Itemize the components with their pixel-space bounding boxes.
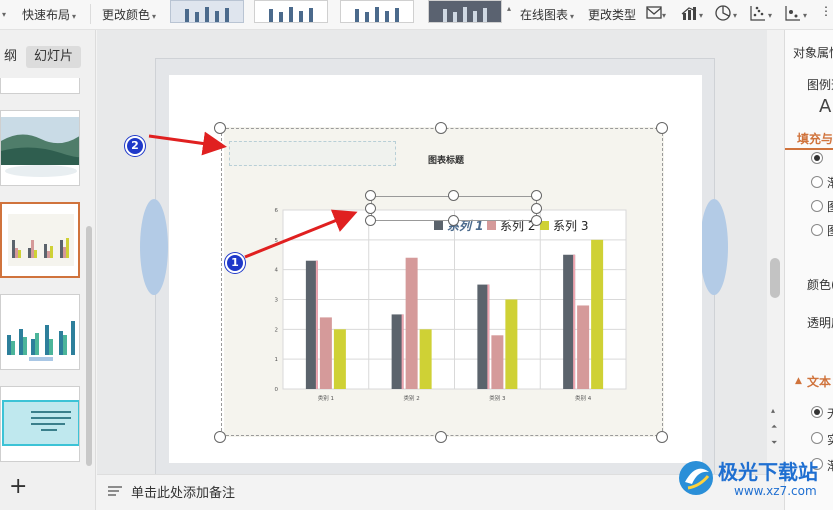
slide-thumbnail-5[interactable]: [0, 386, 80, 462]
mail-chart-icon[interactable]: ▾: [645, 4, 667, 26]
svg-text:▾: ▾: [768, 11, 772, 20]
next-page-icon[interactable]: ⏷: [771, 438, 777, 448]
text-option-none[interactable]: [811, 406, 823, 418]
annotation-arrow-1: [244, 209, 358, 259]
notes-bar[interactable]: 单击此处添加备注: [97, 474, 767, 510]
color-label: 颜色(: [807, 278, 833, 292]
other-chart-icon[interactable]: ▾: [784, 4, 814, 26]
svg-text:▾: ▾: [699, 11, 703, 20]
watermark-logo-icon: [679, 461, 713, 495]
fill-tab-underline: [785, 148, 833, 150]
watermark-title: 极光下载站: [718, 460, 818, 484]
annotation-marker-1: 1: [225, 253, 245, 273]
scroll-up-icon[interactable]: ▴: [771, 406, 775, 415]
text-option-solid-label: 实: [827, 431, 833, 448]
workspace-scroll-thumb[interactable]: [770, 258, 780, 298]
fill-option-pattern[interactable]: [811, 224, 823, 236]
svg-text:▾: ▾: [803, 11, 807, 20]
slide-workspace: 图表标题 0 1 2 3 4 5 6 类别 1 类别 2 类别 3 类别 4 系列 1 系列 2 系列 3 …: [97, 30, 767, 483]
fill-option-gradient-label: 渐: [827, 174, 833, 191]
tab-slides[interactable]: 幻灯片: [26, 46, 82, 68]
notes-placeholder[interactable]: 单击此处添加备注: [131, 482, 235, 501]
fill-option-pattern-label: 图: [827, 222, 833, 239]
tab-outline[interactable]: 纲: [0, 46, 25, 68]
fill-line-tab[interactable]: 填充与: [797, 130, 833, 147]
online-chart-button[interactable]: 在线图表 ▾: [520, 6, 574, 23]
fill-option-picture-label: 图: [827, 198, 833, 215]
svg-text:▾: ▾: [662, 11, 666, 20]
watermark-url: www.xz7.com: [734, 484, 817, 498]
property-panel: 对象属性 图例选 A 填充与 渐 图 图 颜色( 透明度 ▲ 文本 无 实 渐: [784, 30, 833, 510]
slide-panel-scrollbar[interactable]: [86, 226, 92, 466]
chart-style-3[interactable]: [340, 0, 414, 23]
annotation-arrow-2: [148, 131, 227, 156]
chart-style-2[interactable]: [254, 0, 328, 23]
notes-icon: [107, 483, 123, 502]
change-type-button[interactable]: 更改类型: [588, 6, 636, 23]
slide-thumbnail-3[interactable]: [0, 202, 80, 278]
text-option-solid[interactable]: [811, 432, 823, 444]
scatter-chart-icon[interactable]: ▾: [749, 4, 777, 26]
legend-options-tab[interactable]: 图例选: [807, 76, 833, 93]
text-options-icon[interactable]: A: [819, 96, 831, 117]
property-panel-title: 对象属性: [793, 46, 833, 60]
toolbar-more-icon[interactable]: ⋮: [820, 4, 832, 18]
svg-text:▾: ▾: [733, 11, 737, 20]
fill-option-picture[interactable]: [811, 200, 823, 212]
collapse-triangle-icon[interactable]: ▲: [795, 376, 802, 386]
toolbar-caret-left[interactable]: ▾: [0, 6, 6, 20]
add-slide-button[interactable]: +: [9, 474, 27, 499]
text-option-none-label: 无: [827, 405, 833, 422]
slide-thumbnail-1[interactable]: [0, 78, 80, 94]
slide-thumbnail-4[interactable]: [0, 294, 80, 370]
change-color-button[interactable]: 更改颜色 ▾: [102, 6, 156, 23]
ribbon-toolbar: ▾ 快速布局 ▾ 更改颜色 ▾ ▴ 在线图表 ▾ 更改类型 ▾ ▾ ▾ ▾ ▾ ⋮: [0, 0, 833, 30]
slide-panel: 纲 幻灯片 +: [0, 30, 96, 510]
annotation-arrows: [148, 131, 358, 259]
pie-chart-icon[interactable]: ▾: [714, 4, 742, 26]
prev-page-icon[interactable]: ⏶: [771, 422, 777, 432]
style-gallery-scroll[interactable]: ▴: [505, 0, 511, 14]
chart-style-1[interactable]: [170, 0, 244, 23]
workspace-scrollbar[interactable]: ▴ ⏶ ⏷: [767, 30, 784, 474]
transparency-label: 透明度: [807, 316, 833, 330]
bar-line-chart-icon[interactable]: ▾: [680, 4, 708, 26]
chart-style-4[interactable]: [428, 0, 502, 23]
quick-layout-button[interactable]: 快速布局 ▾: [22, 6, 76, 23]
text-section-header[interactable]: 文本: [807, 373, 831, 390]
annotation-marker-2: 2: [125, 136, 145, 156]
watermark: 极光下载站 www.xz7.com: [676, 452, 833, 510]
slide-thumbnail-2[interactable]: [0, 110, 80, 186]
fill-option-none[interactable]: [811, 152, 823, 164]
fill-option-gradient[interactable]: [811, 176, 823, 188]
